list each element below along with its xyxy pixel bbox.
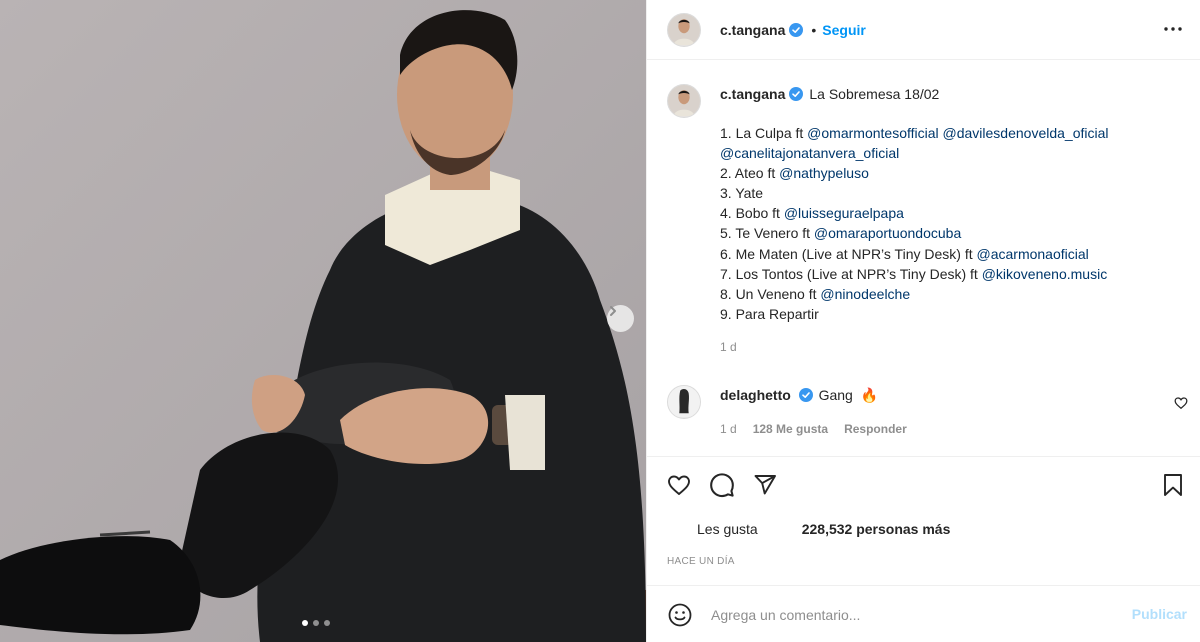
comment-username[interactable]: delaghetto (720, 387, 791, 403)
track-line: 9. Para Repartir (720, 304, 1170, 324)
chevron-right-icon (610, 306, 616, 316)
track-text: 3. Yate (720, 185, 764, 202)
carousel-next-button[interactable] (607, 305, 634, 332)
post-actions: Les gusta 228,532 personas más HACE UN D… (647, 456, 1200, 642)
likes-count[interactable]: 228,532 personas más (802, 521, 951, 537)
caption-title: La Sobremesa 18/02 (809, 86, 940, 102)
publish-button[interactable]: Publicar (1132, 606, 1187, 622)
verified-badge-icon (789, 87, 804, 101)
comment-avatar[interactable] (667, 385, 701, 419)
like-button[interactable] (665, 471, 693, 499)
instagram-post-modal: c.tangana • Seguir c.tangana La Sobremes… (0, 0, 1200, 642)
track-text: 9. Para Repartir (720, 305, 819, 322)
caption-body: c.tangana La Sobremesa 18/02 1. La Culpa… (720, 84, 1170, 357)
track-text: 5. Te Venero ft (720, 225, 814, 242)
track-text: 4. Bobo ft (720, 205, 784, 222)
post-photo-illustration (0, 0, 646, 642)
smiley-icon (668, 603, 692, 626)
avatar[interactable] (667, 12, 701, 47)
emoji-button[interactable] (667, 602, 693, 628)
comment-reply-button[interactable]: Responder (844, 419, 907, 439)
likes-summary: Les gusta 228,532 personas más (697, 521, 950, 537)
comment-timestamp[interactable]: 1 d (720, 419, 737, 439)
track-text: 8. Un Veneno ft (720, 285, 821, 302)
carousel-dot (302, 620, 308, 626)
carousel-dot (313, 620, 319, 626)
mention-link[interactable]: @canelitajonatanvera_oficial (720, 145, 899, 161)
post-caption: c.tangana La Sobremesa 18/02 1. La Culpa… (667, 84, 1187, 357)
track-line: @canelitajonatanvera_oficial (720, 143, 1170, 163)
save-button[interactable] (1159, 471, 1187, 499)
track-text: 6. Me Maten (Live at NPR’s Tiny Desk) ft (720, 245, 977, 262)
track-line: 6. Me Maten (Live at NPR’s Tiny Desk) ft… (720, 244, 1170, 264)
mention-link[interactable]: @acarmonaoficial (977, 246, 1089, 262)
add-comment-bar: Publicar (647, 585, 1200, 642)
tracklist: 1. La Culpa ft @omarmontesofficial @davi… (720, 123, 1170, 324)
post-details-panel: c.tangana • Seguir c.tangana La Sobremes… (646, 0, 1200, 642)
action-icons (665, 471, 779, 499)
carousel-indicator (302, 620, 330, 626)
track-line: 7. Los Tontos (Live at NPR’s Tiny Desk) … (720, 264, 1170, 284)
caption-timestamp[interactable]: 1 d (720, 337, 1170, 357)
comment-icon (710, 473, 734, 498)
heart-icon (668, 475, 690, 495)
verified-badge-icon (789, 22, 804, 37)
avatar-image (668, 13, 700, 45)
caption-username[interactable]: c.tangana (720, 84, 785, 104)
header-separator: • (811, 21, 817, 38)
track-text: 2. Ateo ft (720, 165, 780, 182)
track-line: 8. Un Veneno ft @ninodeelche (720, 284, 1170, 304)
post-photo (0, 0, 646, 642)
comment-likes-count[interactable]: 128 Me gusta (753, 419, 828, 439)
comment-button[interactable] (708, 471, 736, 499)
track-line: 5. Te Venero ft @omaraportuondocuba (720, 223, 1170, 243)
mention-link[interactable]: @luisseguraelpapa (784, 205, 904, 221)
track-line: 3. Yate (720, 183, 1170, 203)
verified-badge-icon (798, 388, 813, 402)
comment-text: Gang (818, 387, 853, 403)
avatar-image (668, 85, 700, 116)
comment-meta: 1 d 128 Me gusta Responder (720, 419, 907, 439)
mention-link[interactable]: @omarmontesofficial @davilesdenovelda_of… (807, 125, 1108, 141)
track-line: 2. Ateo ft @nathypeluso (720, 163, 1170, 183)
carousel-dot (324, 620, 330, 626)
avatar-image (668, 386, 700, 417)
comment-item: delaghetto Gang 🔥 1 d 128 Me gusta Respo… (667, 385, 1187, 439)
track-text: 7. Los Tontos (Live at NPR’s Tiny Desk) … (720, 265, 982, 282)
avatar[interactable] (667, 84, 701, 118)
mention-link[interactable]: @nathypeluso (779, 165, 869, 181)
comment-like-heart-icon[interactable] (1174, 396, 1188, 410)
likes-label: Les gusta (697, 521, 758, 537)
more-horizontal-icon (1164, 27, 1182, 31)
share-button[interactable] (751, 471, 779, 499)
more-options-button[interactable] (1161, 17, 1185, 41)
post-header: c.tangana • Seguir (647, 0, 1200, 60)
post-timestamp[interactable]: HACE UN DÍA (667, 556, 735, 567)
comment-body: delaghetto Gang 🔥 1 d 128 Me gusta Respo… (720, 385, 907, 439)
follow-button[interactable]: Seguir (822, 22, 866, 38)
mention-link[interactable]: @omaraportuondocuba (814, 225, 961, 241)
post-author-username[interactable]: c.tangana (720, 22, 785, 38)
track-text: 1. La Culpa ft (720, 125, 808, 141)
fire-emoji: 🔥 (860, 387, 879, 403)
mention-link[interactable]: @ninodeelche (820, 286, 910, 302)
track-line: 4. Bobo ft @luisseguraelpapa (720, 203, 1170, 223)
caption-title-line: c.tangana La Sobremesa 18/02 (720, 84, 1170, 104)
comment-input[interactable] (711, 606, 1101, 623)
bookmark-icon (1164, 474, 1182, 496)
send-icon (754, 475, 776, 495)
track-line: 1. La Culpa ft @omarmontesofficial @davi… (720, 123, 1170, 143)
mention-link[interactable]: @kikoveneno.music (982, 266, 1108, 282)
